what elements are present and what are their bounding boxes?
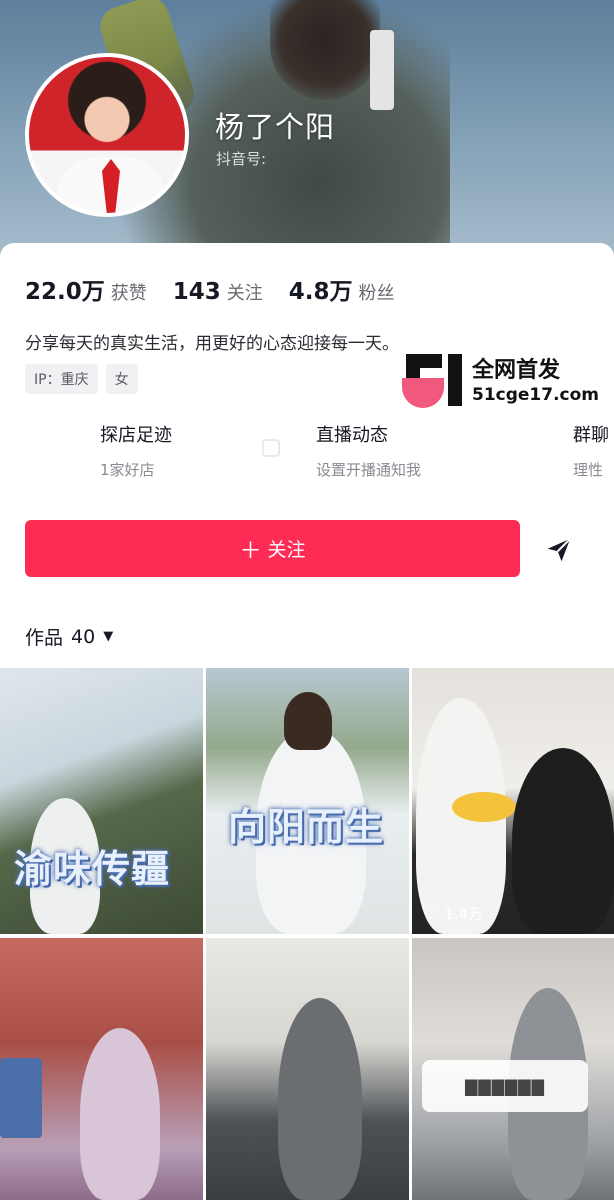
caret-down-icon: ▼ (103, 629, 114, 644)
send-icon[interactable] (544, 535, 574, 565)
thumb-food (452, 792, 516, 822)
avatar[interactable] (25, 53, 189, 217)
follow-button[interactable]: ＋ 关注 (25, 520, 520, 577)
service-subtitle: 1家好店 (100, 461, 155, 479)
thumb-tv (0, 1058, 42, 1138)
nickname: 杨了个阳 (215, 110, 336, 144)
service-title: 群聊 (573, 425, 609, 446)
stat-label: 粉丝 (358, 283, 395, 304)
stat-followers[interactable]: 4.8万 粉丝 (289, 272, 395, 306)
thumb-person (512, 748, 614, 934)
video-grid: 渝味传疆 向阳而生 ♡ 1.4万 ▇▇▇▇▇▇ (0, 668, 614, 1200)
video-thumbnail[interactable] (206, 938, 409, 1200)
like-count-value: 1.4万 (444, 905, 483, 923)
service-subtitle: 设置开播通知我 (316, 461, 422, 479)
video-thumbnail[interactable]: 向阳而生 (206, 668, 409, 934)
watermark-title: 全网首发 (472, 358, 561, 383)
stat-likes: 22.0万 获赞 (25, 272, 147, 306)
profile-card: 22.0万 获赞 143 关注 4.8万 粉丝 分享每天的真实生活，用更好的心态… (0, 243, 614, 663)
services-row: 探店足迹 1家好店 直播动态 设置开播通知我 群聊 理性 (0, 421, 614, 491)
thumb-person (80, 1028, 160, 1200)
video-thumbnail[interactable] (0, 938, 203, 1200)
follow-label: 关注 (267, 539, 306, 561)
tv-icon (262, 439, 280, 457)
tab-works[interactable]: 作品 40 ▼ (25, 623, 113, 650)
watermark: 全网首发 51cge17.com (402, 352, 612, 412)
works-count: 40 (71, 625, 96, 648)
plus-icon: ＋ (239, 538, 262, 564)
tag-gender: 女 (105, 364, 138, 394)
video-thumbnail[interactable]: 渝味传疆 (0, 668, 203, 934)
service-live[interactable]: 直播动态 设置开播通知我 (316, 421, 421, 480)
video-cover-text: 渝味传疆 (14, 847, 171, 891)
watermark-url: 51cge17.com (472, 385, 600, 405)
tag-list: IP：重庆 女 (25, 364, 146, 394)
thumb-person-head (284, 692, 332, 750)
watermark-logo-icon (402, 354, 462, 410)
stat-value: 22.0万 (25, 279, 105, 305)
douyin-id: 抖音号: (216, 150, 267, 168)
video-cover-text: 向阳而生 (228, 805, 385, 849)
like-count: ♡ 1.4万 (422, 903, 483, 924)
stat-label: 关注 (226, 283, 263, 304)
stat-following[interactable]: 143 关注 (173, 279, 263, 305)
works-label: 作品 (25, 627, 64, 649)
tag-ip: IP：重庆 (25, 364, 98, 394)
cover-phone (370, 30, 394, 110)
service-group-chat[interactable]: 群聊 理性 (573, 421, 609, 480)
profile-cover: 杨了个阳 抖音号: (0, 0, 614, 270)
video-thumbnail[interactable]: ♡ 1.4万 (412, 668, 614, 934)
stat-value: 4.8万 (288, 279, 353, 305)
service-store-visits[interactable]: 探店足迹 1家好店 (100, 421, 172, 480)
bio: 分享每天的真实生活，用更好的心态迎接每一天。 (25, 334, 399, 354)
thumb-person (278, 998, 362, 1200)
video-thumbnail[interactable]: ▇▇▇▇▇▇ (412, 938, 614, 1200)
service-title: 探店足迹 (100, 425, 172, 446)
service-subtitle: 理性 (573, 461, 604, 479)
heart-icon: ♡ (422, 903, 439, 924)
stats-row: 22.0万 获赞 143 关注 4.8万 粉丝 (25, 272, 421, 306)
video-caption-box: ▇▇▇▇▇▇ (422, 1060, 588, 1112)
service-title: 直播动态 (316, 425, 388, 446)
stat-label: 获赞 (110, 283, 147, 304)
stat-value: 143 (172, 279, 221, 305)
